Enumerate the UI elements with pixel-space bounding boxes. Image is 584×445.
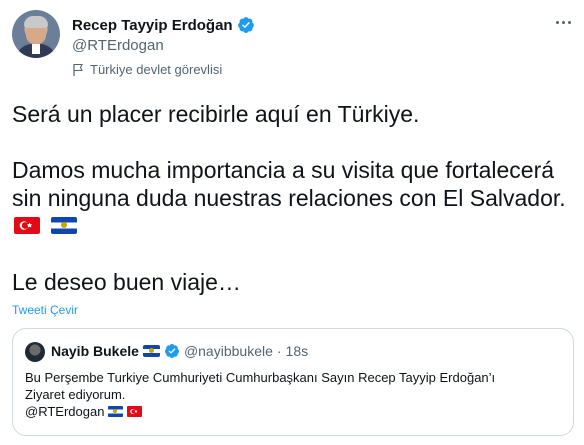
tweet-text: Será un placer recibirle aquí en Türkiye… [12,100,572,212]
verified-badge-icon [237,17,254,33]
verified-badge-icon [164,344,179,358]
author-avatar[interactable] [12,10,60,58]
tweet-line-3: Le deseo buen viaje… [12,269,241,295]
tweet-line-2: Damos mucha importancia a su visita que … [12,157,566,211]
flag-outline-icon [73,63,83,76]
turkey-flag-icon [14,217,40,234]
tweet-line-1: Será un placer recibirle aquí en Türkiye… [12,101,420,127]
government-label-text: Türkiye devlet görevlisi [90,62,223,77]
quoted-text-line-2: Ziyaret ediyorum. [25,387,126,402]
author-handle[interactable]: @RTErdogan [72,37,164,54]
author-name-row: Recep Tayyip Erdoğan [72,16,255,34]
el-salvador-flag-icon [108,406,124,417]
quoted-separator: · [276,343,282,359]
quoted-text: Bu Perşembe Turkiye Cumhuriyeti Cumhurba… [25,369,565,420]
more-options-icon[interactable] [552,12,574,32]
quoted-text-line-1: Bu Perşembe Turkiye Cumhuriyeti Cumhurba… [25,370,496,385]
quoted-header: Nayib Bukele @nayibbukele · 18s [51,343,308,359]
quoted-avatar[interactable] [25,342,45,362]
el-salvador-flag-icon [51,217,77,234]
author-display-name[interactable]: Recep Tayyip Erdoğan [72,17,233,34]
translate-tweet-link[interactable]: Tweeti Çevir [12,303,78,317]
quoted-mention[interactable]: @RTErdogan [25,403,104,420]
quoted-handle[interactable]: @nayibbukele [184,343,273,359]
quoted-timestamp[interactable]: 18s [286,343,309,359]
quoted-display-name[interactable]: Nayib Bukele [51,343,139,359]
el-salvador-flag-icon [142,345,160,357]
tweet-card: Recep Tayyip Erdoğan @RTErdogan Türkiye … [0,0,584,445]
quoted-text-line-3: @RTErdogan [25,403,565,420]
tweet-flags [14,217,77,234]
government-label: Türkiye devlet görevlisi [72,62,222,77]
quoted-tweet[interactable]: Nayib Bukele @nayibbukele · 18s Bu Perşe… [12,328,574,436]
turkey-flag-icon [127,406,143,417]
